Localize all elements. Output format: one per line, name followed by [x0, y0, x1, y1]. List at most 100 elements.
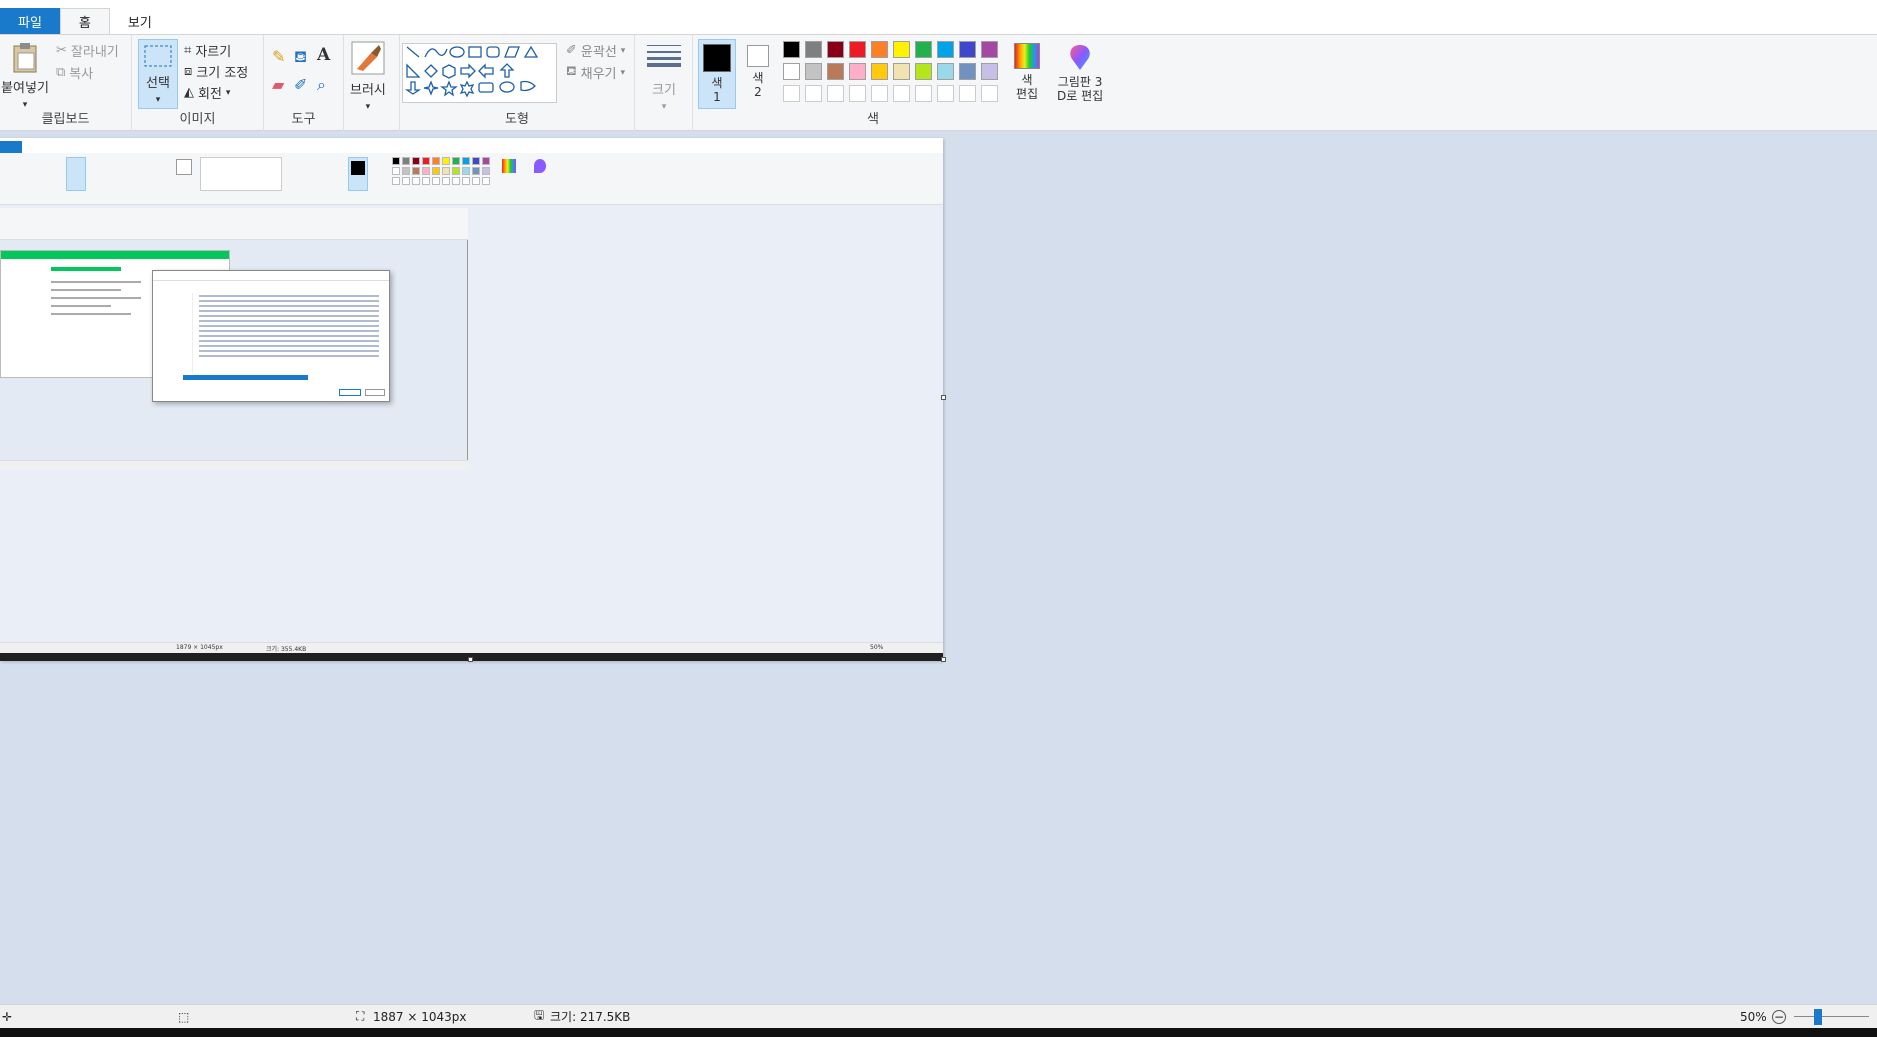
chevron-down-icon: ▾: [225, 87, 231, 98]
palette-swatch[interactable]: [981, 63, 998, 80]
palette-swatch[interactable]: [805, 41, 822, 58]
palette-swatch[interactable]: [849, 63, 866, 80]
palette-swatch[interactable]: [827, 41, 844, 58]
nested-shapes-gallery: [200, 157, 282, 191]
palette-swatch[interactable]: [959, 63, 976, 80]
text-icon[interactable]: A: [317, 45, 330, 65]
nested-palette-swatch: [412, 177, 420, 185]
custom-color-swatch[interactable]: [981, 85, 998, 102]
nested-palette-swatch: [422, 177, 430, 185]
custom-color-swatch[interactable]: [827, 85, 844, 102]
resize-label: 크기 조정: [196, 66, 249, 81]
palette-swatch[interactable]: [893, 63, 910, 80]
custom-color-swatch[interactable]: [805, 85, 822, 102]
tab-view[interactable]: 보기: [110, 8, 170, 34]
title-bar: [0, 0, 1877, 8]
color1-label: 색 1: [711, 76, 723, 105]
nested-palette-swatch: [472, 167, 480, 175]
palette-swatch[interactable]: [783, 41, 800, 58]
chevron-down-icon: ▾: [661, 102, 667, 112]
nested-palette-swatch: [402, 157, 410, 165]
drawing-canvas[interactable]: 1879 × 1045px 크기: 355.4KB 50%: [0, 138, 943, 661]
edit-colors-label: 색 편집: [1015, 73, 1039, 102]
paint3d-button[interactable]: 그림판 3 D로 편집: [1057, 43, 1103, 104]
outline-icon: ✐: [566, 43, 577, 58]
paint3d-icon: [1070, 45, 1090, 70]
nested-inner-canvas: [0, 208, 468, 470]
size-button[interactable]: 크기 ▾: [647, 43, 681, 112]
fill-label: 채우기: [580, 67, 617, 82]
nested-green-header: [1, 251, 229, 259]
zoom-out-button[interactable]: −: [1772, 1009, 1786, 1024]
eraser-icon[interactable]: ▰: [272, 75, 284, 94]
outline-button[interactable]: ✐ 윤곽선 ▾: [566, 41, 625, 60]
palette-swatch[interactable]: [871, 63, 888, 80]
custom-color-swatch[interactable]: [871, 85, 888, 102]
clipboard-icon: [13, 43, 37, 73]
nested-palette-swatch: [392, 157, 400, 165]
nested-palette-swatch: [392, 167, 400, 175]
palette-swatch[interactable]: [937, 63, 954, 80]
custom-color-swatch[interactable]: [783, 85, 800, 102]
palette-swatch[interactable]: [783, 63, 800, 80]
magnifier-icon[interactable]: ⌕: [317, 75, 326, 95]
color2-swatch: [747, 45, 769, 67]
palette-swatch[interactable]: [893, 41, 910, 58]
palette-swatch[interactable]: [871, 41, 888, 58]
paint3d-group: 그림판 3 D로 편집: [1053, 35, 1113, 131]
resize-handle-bottom[interactable]: [468, 657, 473, 662]
fill-button[interactable]: ⛾ 채우기 ▾: [566, 63, 625, 82]
crop-button[interactable]: ⌗ 자르기: [184, 41, 231, 60]
resize-handle-right[interactable]: [941, 395, 946, 400]
shapes-icons: [404, 45, 539, 98]
palette-swatch[interactable]: [959, 41, 976, 58]
tab-home[interactable]: 홈: [59, 8, 110, 34]
nested-palette-swatch: [442, 177, 450, 185]
palette-swatch[interactable]: [827, 63, 844, 80]
palette-swatch[interactable]: [937, 41, 954, 58]
copy-button[interactable]: ⧉ 복사: [56, 63, 93, 82]
nested-dimensions: 1879 × 1045px: [176, 644, 223, 651]
color2-button[interactable]: 색 2: [743, 45, 773, 100]
paste-button[interactable]: 붙여넣기 ▾: [0, 41, 50, 110]
palette-swatch[interactable]: [915, 63, 932, 80]
resize-handle-corner[interactable]: [941, 657, 946, 662]
custom-color-swatch[interactable]: [893, 85, 910, 102]
nested-palette-swatch: [422, 157, 430, 165]
chevron-down-icon: ▾: [620, 45, 626, 56]
custom-color-swatch[interactable]: [937, 85, 954, 102]
cut-button[interactable]: ✂ 잘라내기: [56, 41, 119, 60]
brush-icon: [351, 41, 385, 75]
edit-colors-button[interactable]: 색 편집: [1009, 43, 1045, 102]
custom-color-swatch[interactable]: [915, 85, 932, 102]
color-picker-icon[interactable]: ✐: [294, 75, 307, 94]
custom-color-swatch[interactable]: [849, 85, 866, 102]
palette-swatch[interactable]: [981, 41, 998, 58]
pencil-icon[interactable]: ✎: [272, 47, 285, 66]
shapes-gallery[interactable]: [402, 43, 557, 103]
zoom-slider-track[interactable]: [1794, 1016, 1869, 1017]
brushes-group: 브러시 ▾: [344, 35, 400, 131]
custom-color-swatch[interactable]: [959, 85, 976, 102]
resize-button[interactable]: ⧈ 크기 조정: [184, 62, 248, 81]
select-button[interactable]: 선택 ▾: [138, 39, 178, 109]
canvas-size-icon: ⛶: [356, 1009, 365, 1023]
palette-swatch[interactable]: [849, 41, 866, 58]
ribbon: 붙여넣기 ▾ ✂ 잘라내기 ⧉ 복사 클립보드 선택 ▾ ⌗ 자르기 ⧈ 크기 …: [0, 34, 1877, 131]
crop-icon: ⌗: [184, 43, 192, 58]
nested-palette-swatch: [432, 167, 440, 175]
tab-file[interactable]: 파일: [0, 8, 60, 34]
nested-inner-ribbon: [0, 208, 468, 240]
size-group: 크기 ▾: [635, 35, 693, 131]
color1-button[interactable]: 색 1: [698, 39, 736, 109]
zoom-slider-thumb[interactable]: [1814, 1009, 1822, 1025]
rotate-button[interactable]: ◭ 회전 ▾: [184, 83, 230, 102]
palette-swatch[interactable]: [915, 41, 932, 58]
chevron-down-icon: ▾: [155, 94, 161, 105]
nested-palette-swatch: [442, 157, 450, 165]
brushes-button[interactable]: 브러시 ▾: [350, 41, 386, 112]
rotate-icon: ◭: [184, 85, 194, 100]
palette-swatch[interactable]: [805, 63, 822, 80]
fill-bucket-icon[interactable]: ⛾: [294, 47, 307, 68]
nested-brush-icon: [176, 159, 192, 175]
